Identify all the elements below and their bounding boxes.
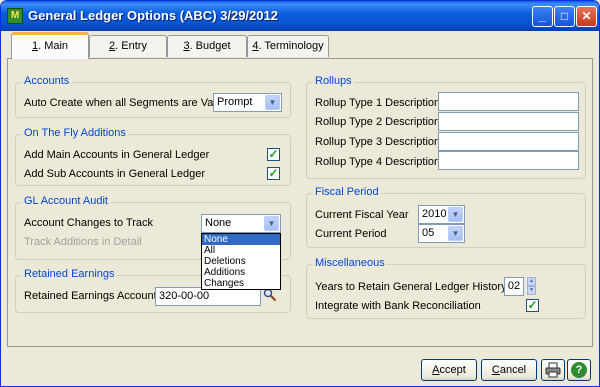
years-retain-history-spinner[interactable]: ▲ ▼	[527, 277, 536, 296]
add-sub-accounts-checkbox[interactable]: ✓	[267, 167, 280, 180]
title-bar[interactable]: M General Ledger Options (ABC) 3/29/2012…	[1, 1, 599, 31]
tab-terminology[interactable]: 4. Terminology	[247, 35, 329, 57]
fiscal-period-title: Fiscal Period	[313, 186, 381, 198]
tab-entry[interactable]: 2. Entry	[89, 35, 167, 57]
retained-earnings-account-label: Retained Earnings Account	[24, 290, 157, 302]
add-main-accounts-checkbox[interactable]: ✓	[267, 148, 280, 161]
window-title: General Ledger Options (ABC) 3/29/2012	[28, 8, 278, 23]
years-retain-history-input[interactable]: 02	[504, 277, 524, 296]
tab-main[interactable]: 1. Main	[11, 32, 89, 59]
dropdown-option[interactable]: All	[202, 245, 280, 256]
auto-create-label: Auto Create when all Segments are Valid	[24, 97, 225, 109]
rollup-type-3-input[interactable]	[438, 132, 579, 151]
accounts-title: Accounts	[22, 75, 72, 87]
rollup-type-1-label: Rollup Type 1 Description	[315, 97, 441, 109]
general-ledger-options-window: M General Ledger Options (ABC) 3/29/2012…	[0, 0, 600, 387]
maximize-button[interactable]: □	[554, 6, 575, 27]
current-period-label: Current Period	[315, 228, 387, 240]
rollup-type-3-label: Rollup Type 3 Description	[315, 136, 441, 148]
spin-up-icon[interactable]: ▲	[527, 277, 536, 286]
account-changes-label: Account Changes to Track	[24, 217, 154, 229]
help-icon: ?	[571, 362, 587, 378]
chevron-down-icon[interactable]: ▼	[265, 95, 280, 110]
current-period-select[interactable]: 05 ▼	[418, 224, 465, 243]
chevron-down-icon[interactable]: ▼	[448, 226, 463, 241]
track-additions-label: Track Additions in Detail	[24, 236, 142, 248]
cancel-button[interactable]: Cancel	[481, 359, 537, 381]
rollup-type-2-label: Rollup Type 2 Description	[315, 116, 441, 128]
printer-icon	[545, 362, 561, 378]
rollup-type-1-input[interactable]	[438, 92, 579, 111]
print-button[interactable]	[541, 359, 565, 381]
retained-earnings-title: Retained Earnings	[22, 268, 117, 280]
add-sub-accounts-label: Add Sub Accounts in General Ledger	[24, 168, 206, 180]
current-fiscal-year-select[interactable]: 2010 ▼	[418, 205, 465, 224]
tab-budget[interactable]: 3. Budget	[167, 35, 247, 57]
minimize-button[interactable]: _	[532, 6, 553, 27]
account-changes-dropdown[interactable]: None All Deletions Additions Changes	[201, 233, 281, 290]
auto-create-select[interactable]: Prompt ▼	[213, 93, 282, 112]
dropdown-option[interactable]: Changes	[202, 278, 280, 289]
integrate-bank-checkbox[interactable]: ✓	[526, 299, 539, 312]
gl-account-audit-title: GL Account Audit	[22, 195, 110, 207]
dropdown-option[interactable]: Additions	[202, 267, 280, 278]
dropdown-option[interactable]: None	[202, 234, 280, 245]
chevron-down-icon[interactable]: ▼	[448, 207, 463, 222]
spin-down-icon[interactable]: ▼	[527, 286, 536, 295]
chevron-down-icon[interactable]: ▼	[264, 216, 279, 231]
accept-button[interactable]: Accept	[421, 359, 477, 381]
years-retain-history-label: Years to Retain General Ledger History	[315, 281, 507, 293]
miscellaneous-title: Miscellaneous	[313, 257, 387, 269]
rollups-title: Rollups	[313, 75, 354, 87]
rollup-type-4-input[interactable]	[438, 151, 579, 170]
current-fiscal-year-label: Current Fiscal Year	[315, 209, 409, 221]
app-icon: M	[7, 8, 23, 24]
rollup-type-2-input[interactable]	[438, 112, 579, 131]
add-main-accounts-label: Add Main Accounts in General Ledger	[24, 149, 210, 161]
dropdown-option[interactable]: Deletions	[202, 256, 280, 267]
account-changes-select[interactable]: None ▼	[201, 214, 281, 233]
integrate-bank-label: Integrate with Bank Reconciliation	[315, 300, 481, 312]
lookup-icon[interactable]	[263, 288, 277, 302]
on-the-fly-title: On The Fly Additions	[22, 127, 128, 139]
rollup-type-4-label: Rollup Type 4 Description	[315, 156, 441, 168]
help-button[interactable]: ?	[567, 359, 591, 381]
close-button[interactable]: ✕	[576, 6, 597, 27]
